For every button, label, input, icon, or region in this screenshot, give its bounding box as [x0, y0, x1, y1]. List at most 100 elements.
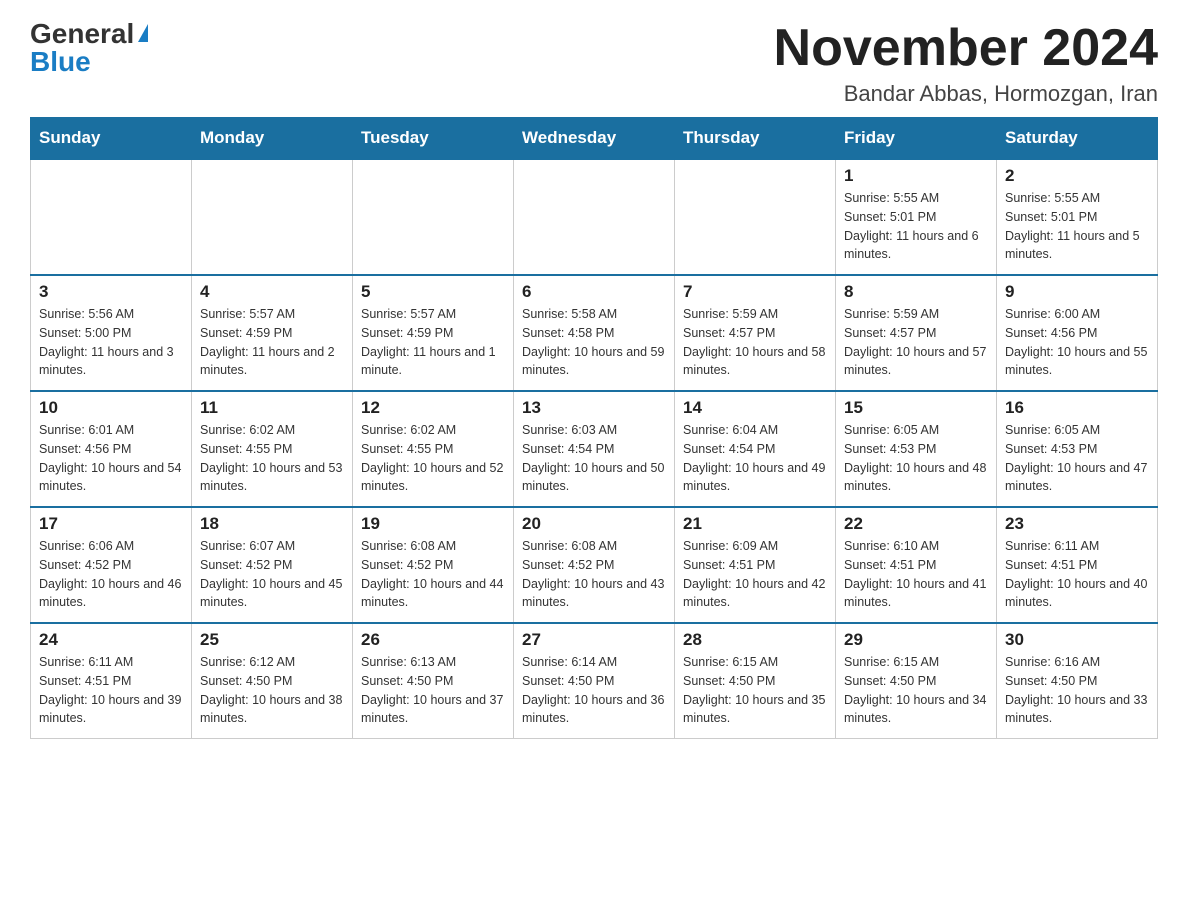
day-number: 18 — [200, 514, 344, 534]
calendar-cell-w4-d3: 19 Sunrise: 6:08 AMSunset: 4:52 PMDayligh… — [353, 507, 514, 623]
day-info: Sunrise: 6:11 AMSunset: 4:51 PMDaylight:… — [39, 653, 183, 728]
day-number: 24 — [39, 630, 183, 650]
day-number: 13 — [522, 398, 666, 418]
logo-triangle-icon — [138, 24, 148, 42]
day-info: Sunrise: 6:14 AMSunset: 4:50 PMDaylight:… — [522, 653, 666, 728]
calendar-cell-w1-d5 — [675, 159, 836, 275]
day-info: Sunrise: 5:57 AMSunset: 4:59 PMDaylight:… — [200, 305, 344, 380]
day-info: Sunrise: 6:06 AMSunset: 4:52 PMDaylight:… — [39, 537, 183, 612]
calendar-cell-w1-d4 — [514, 159, 675, 275]
calendar-cell-w3-d1: 10 Sunrise: 6:01 AMSunset: 4:56 PMDayligh… — [31, 391, 192, 507]
day-number: 25 — [200, 630, 344, 650]
col-thursday: Thursday — [675, 118, 836, 160]
day-number: 2 — [1005, 166, 1149, 186]
calendar-cell-w5-d2: 25 Sunrise: 6:12 AMSunset: 4:50 PMDayligh… — [192, 623, 353, 739]
day-number: 23 — [1005, 514, 1149, 534]
day-info: Sunrise: 5:55 AMSunset: 5:01 PMDaylight:… — [1005, 189, 1149, 264]
day-number: 20 — [522, 514, 666, 534]
day-info: Sunrise: 6:16 AMSunset: 4:50 PMDaylight:… — [1005, 653, 1149, 728]
calendar-cell-w1-d7: 2 Sunrise: 5:55 AMSunset: 5:01 PMDaylight… — [997, 159, 1158, 275]
day-info: Sunrise: 6:08 AMSunset: 4:52 PMDaylight:… — [361, 537, 505, 612]
day-number: 30 — [1005, 630, 1149, 650]
calendar-cell-w1-d6: 1 Sunrise: 5:55 AMSunset: 5:01 PMDaylight… — [836, 159, 997, 275]
day-info: Sunrise: 6:07 AMSunset: 4:52 PMDaylight:… — [200, 537, 344, 612]
day-number: 5 — [361, 282, 505, 302]
calendar-cell-w5-d4: 27 Sunrise: 6:14 AMSunset: 4:50 PMDayligh… — [514, 623, 675, 739]
calendar-header-row: Sunday Monday Tuesday Wednesday Thursday… — [31, 118, 1158, 160]
col-saturday: Saturday — [997, 118, 1158, 160]
calendar-cell-w1-d3 — [353, 159, 514, 275]
calendar-cell-w5-d7: 30 Sunrise: 6:16 AMSunset: 4:50 PMDayligh… — [997, 623, 1158, 739]
month-title: November 2024 — [774, 20, 1158, 77]
day-number: 28 — [683, 630, 827, 650]
day-number: 3 — [39, 282, 183, 302]
calendar-cell-w4-d6: 22 Sunrise: 6:10 AMSunset: 4:51 PMDayligh… — [836, 507, 997, 623]
day-info: Sunrise: 6:02 AMSunset: 4:55 PMDaylight:… — [200, 421, 344, 496]
day-info: Sunrise: 6:12 AMSunset: 4:50 PMDaylight:… — [200, 653, 344, 728]
day-info: Sunrise: 6:10 AMSunset: 4:51 PMDaylight:… — [844, 537, 988, 612]
day-number: 9 — [1005, 282, 1149, 302]
day-number: 7 — [683, 282, 827, 302]
day-info: Sunrise: 5:57 AMSunset: 4:59 PMDaylight:… — [361, 305, 505, 380]
day-info: Sunrise: 5:56 AMSunset: 5:00 PMDaylight:… — [39, 305, 183, 380]
calendar-cell-w3-d3: 12 Sunrise: 6:02 AMSunset: 4:55 PMDayligh… — [353, 391, 514, 507]
col-tuesday: Tuesday — [353, 118, 514, 160]
day-number: 6 — [522, 282, 666, 302]
col-wednesday: Wednesday — [514, 118, 675, 160]
day-number: 26 — [361, 630, 505, 650]
day-number: 29 — [844, 630, 988, 650]
calendar-cell-w5-d6: 29 Sunrise: 6:15 AMSunset: 4:50 PMDayligh… — [836, 623, 997, 739]
day-info: Sunrise: 6:00 AMSunset: 4:56 PMDaylight:… — [1005, 305, 1149, 380]
calendar-table: Sunday Monday Tuesday Wednesday Thursday… — [30, 117, 1158, 739]
title-block: November 2024 Bandar Abbas, Hormozgan, I… — [774, 20, 1158, 107]
day-info: Sunrise: 5:59 AMSunset: 4:57 PMDaylight:… — [844, 305, 988, 380]
day-number: 27 — [522, 630, 666, 650]
calendar-cell-w2-d1: 3 Sunrise: 5:56 AMSunset: 5:00 PMDaylight… — [31, 275, 192, 391]
calendar-cell-w4-d5: 21 Sunrise: 6:09 AMSunset: 4:51 PMDayligh… — [675, 507, 836, 623]
day-info: Sunrise: 5:58 AMSunset: 4:58 PMDaylight:… — [522, 305, 666, 380]
day-number: 17 — [39, 514, 183, 534]
week-row-4: 17 Sunrise: 6:06 AMSunset: 4:52 PMDayligh… — [31, 507, 1158, 623]
week-row-1: 1 Sunrise: 5:55 AMSunset: 5:01 PMDaylight… — [31, 159, 1158, 275]
day-info: Sunrise: 6:02 AMSunset: 4:55 PMDaylight:… — [361, 421, 505, 496]
calendar-cell-w3-d2: 11 Sunrise: 6:02 AMSunset: 4:55 PMDayligh… — [192, 391, 353, 507]
day-info: Sunrise: 6:01 AMSunset: 4:56 PMDaylight:… — [39, 421, 183, 496]
day-number: 1 — [844, 166, 988, 186]
day-info: Sunrise: 6:03 AMSunset: 4:54 PMDaylight:… — [522, 421, 666, 496]
week-row-3: 10 Sunrise: 6:01 AMSunset: 4:56 PMDayligh… — [31, 391, 1158, 507]
day-number: 15 — [844, 398, 988, 418]
col-sunday: Sunday — [31, 118, 192, 160]
page-header: General Blue November 2024 Bandar Abbas,… — [30, 20, 1158, 107]
day-info: Sunrise: 5:55 AMSunset: 5:01 PMDaylight:… — [844, 189, 988, 264]
day-number: 11 — [200, 398, 344, 418]
calendar-cell-w5-d1: 24 Sunrise: 6:11 AMSunset: 4:51 PMDayligh… — [31, 623, 192, 739]
day-info: Sunrise: 6:09 AMSunset: 4:51 PMDaylight:… — [683, 537, 827, 612]
day-number: 12 — [361, 398, 505, 418]
day-number: 16 — [1005, 398, 1149, 418]
day-number: 19 — [361, 514, 505, 534]
day-info: Sunrise: 6:08 AMSunset: 4:52 PMDaylight:… — [522, 537, 666, 612]
calendar-cell-w2-d3: 5 Sunrise: 5:57 AMSunset: 4:59 PMDaylight… — [353, 275, 514, 391]
day-info: Sunrise: 6:13 AMSunset: 4:50 PMDaylight:… — [361, 653, 505, 728]
week-row-5: 24 Sunrise: 6:11 AMSunset: 4:51 PMDayligh… — [31, 623, 1158, 739]
calendar-cell-w5-d3: 26 Sunrise: 6:13 AMSunset: 4:50 PMDayligh… — [353, 623, 514, 739]
day-number: 22 — [844, 514, 988, 534]
day-info: Sunrise: 6:15 AMSunset: 4:50 PMDaylight:… — [683, 653, 827, 728]
calendar-cell-w2-d5: 7Sunrise: 5:59 AMSunset: 4:57 PMDaylight… — [675, 275, 836, 391]
day-number: 8 — [844, 282, 988, 302]
calendar-cell-w3-d7: 16Sunrise: 6:05 AMSunset: 4:53 PMDayligh… — [997, 391, 1158, 507]
calendar-cell-w2-d2: 4Sunrise: 5:57 AMSunset: 4:59 PMDaylight… — [192, 275, 353, 391]
day-number: 10 — [39, 398, 183, 418]
calendar-cell-w1-d1 — [31, 159, 192, 275]
day-number: 14 — [683, 398, 827, 418]
calendar-cell-w4-d4: 20 Sunrise: 6:08 AMSunset: 4:52 PMDayligh… — [514, 507, 675, 623]
calendar-cell-w4-d2: 18 Sunrise: 6:07 AMSunset: 4:52 PMDayligh… — [192, 507, 353, 623]
calendar-cell-w2-d7: 9 Sunrise: 6:00 AMSunset: 4:56 PMDaylight… — [997, 275, 1158, 391]
col-friday: Friday — [836, 118, 997, 160]
day-info: Sunrise: 6:15 AMSunset: 4:50 PMDaylight:… — [844, 653, 988, 728]
day-number: 21 — [683, 514, 827, 534]
col-monday: Monday — [192, 118, 353, 160]
day-info: Sunrise: 6:05 AMSunset: 4:53 PMDaylight:… — [844, 421, 988, 496]
calendar-cell-w1-d2 — [192, 159, 353, 275]
calendar-cell-w5-d5: 28 Sunrise: 6:15 AMSunset: 4:50 PMDayligh… — [675, 623, 836, 739]
